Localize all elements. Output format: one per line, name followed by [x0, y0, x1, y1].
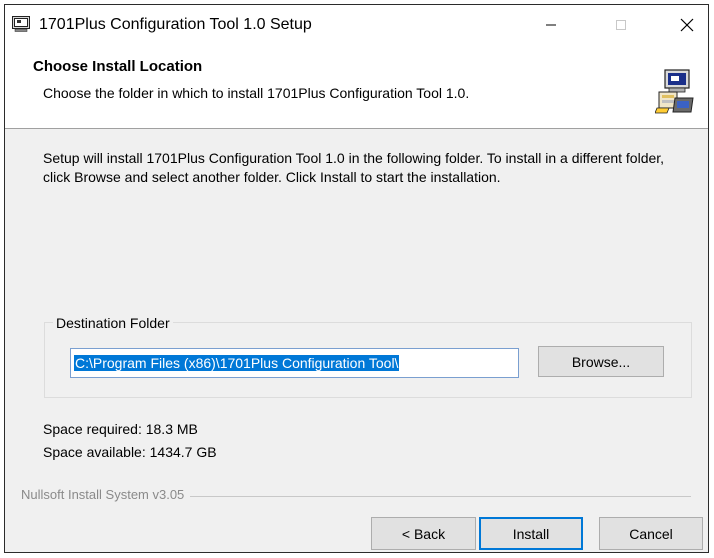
maximize-button[interactable]	[598, 5, 644, 45]
close-button[interactable]	[664, 5, 708, 45]
back-button[interactable]: < Back	[371, 517, 476, 550]
nsis-brand-label: Nullsoft Install System v3.05	[21, 487, 191, 502]
installer-app-icon	[12, 16, 30, 32]
description-text: Setup will install 1701Plus Configuratio…	[43, 150, 665, 185]
destination-path-input[interactable]: C:\Program Files (x86)\1701Plus Configur…	[70, 348, 519, 378]
cancel-button[interactable]: Cancel	[599, 517, 703, 550]
space-required: Space required: 18.3 MB	[43, 421, 198, 437]
page-header: Choose Install Location Choose the folde…	[5, 45, 708, 129]
page-title: Choose Install Location	[33, 58, 203, 75]
destination-path-value: C:\Program Files (x86)\1701Plus Configur…	[74, 355, 400, 371]
browse-button[interactable]: Browse...	[538, 346, 664, 377]
installer-computer-icon	[655, 69, 694, 114]
space-available: Space available: 1434.7 GB	[43, 444, 217, 460]
destination-folder-label: Destination Folder	[53, 315, 173, 331]
window-title: 1701Plus Configuration Tool 1.0 Setup	[39, 16, 312, 33]
page-subtitle: Choose the folder in which to install 17…	[43, 85, 470, 101]
title-bar: 1701Plus Configuration Tool 1.0 Setup	[5, 5, 708, 45]
minimize-button[interactable]	[528, 5, 574, 45]
close-icon	[680, 18, 694, 32]
install-button[interactable]: Install	[479, 517, 583, 550]
installer-window: 1701Plus Configuration Tool 1.0 Setup Ch…	[4, 4, 709, 553]
minimize-icon	[546, 24, 556, 26]
maximize-icon	[616, 20, 626, 30]
